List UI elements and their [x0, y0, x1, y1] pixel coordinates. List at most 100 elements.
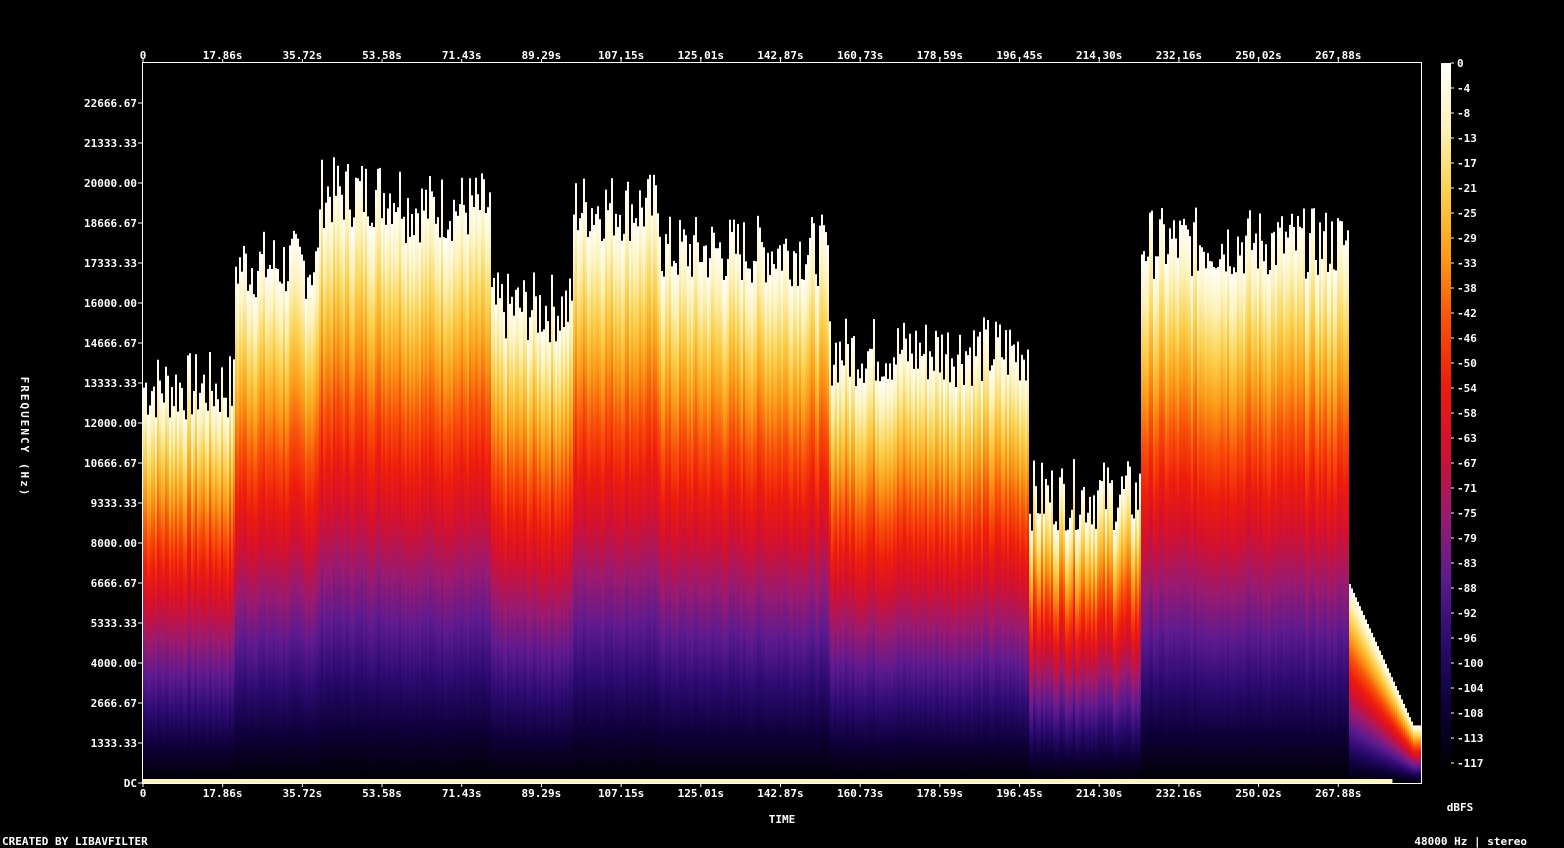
heatmap-column	[321, 159, 323, 784]
heatmap-column	[1139, 473, 1141, 783]
heatmap-column	[629, 240, 631, 783]
heatmap-column	[1053, 524, 1055, 783]
y-tick-label: 21333.33	[84, 137, 137, 150]
heatmap-column	[259, 251, 261, 784]
heatmap-column	[427, 218, 429, 783]
heatmap-column	[371, 222, 373, 783]
heatmap-column	[1287, 237, 1289, 783]
heatmap-column	[1417, 725, 1419, 783]
heatmap-column	[143, 387, 145, 783]
heatmap-column	[1013, 344, 1015, 783]
heatmap-column	[415, 208, 417, 783]
heatmap-column	[1397, 690, 1399, 783]
heatmap-column	[917, 368, 919, 783]
heatmap-column	[345, 171, 347, 783]
heatmap-column	[1069, 517, 1071, 783]
heatmap-column	[1041, 462, 1043, 783]
heatmap-column	[1391, 677, 1393, 783]
heatmap-column	[1297, 216, 1299, 784]
heatmap-column	[1291, 213, 1293, 784]
heatmap-column	[847, 344, 849, 783]
heatmap-column	[851, 337, 853, 783]
x-tick-label: 0	[140, 787, 147, 800]
heatmap-column	[1083, 487, 1085, 783]
heatmap-column	[1079, 514, 1081, 783]
heatmap-column	[523, 280, 525, 783]
heatmap-column	[1349, 584, 1351, 783]
heatmap-column	[175, 374, 177, 783]
heatmap-column	[621, 240, 623, 783]
heatmap-column	[221, 367, 223, 783]
heatmap-column	[741, 279, 743, 783]
heatmap-column	[477, 194, 479, 783]
x-tick-label: 35.72s	[282, 49, 322, 62]
heatmap-column	[583, 178, 585, 784]
heatmap-column	[1381, 655, 1383, 783]
heatmap-column	[411, 213, 413, 783]
heatmap-column	[705, 245, 707, 784]
heatmap-column	[1077, 529, 1079, 783]
heatmap-column	[929, 351, 931, 783]
x-tick-label: 250.02s	[1235, 787, 1281, 800]
heatmap-column	[1241, 242, 1243, 783]
heatmap-column	[367, 216, 369, 783]
heatmap-column	[1239, 255, 1241, 783]
heatmap-column	[735, 253, 737, 784]
heatmap-column	[301, 254, 303, 783]
colorbar-tick-label: -108	[1457, 707, 1484, 720]
y-tick-label: 16000.00	[84, 297, 137, 310]
heatmap-column	[809, 237, 811, 784]
heatmap-column	[1125, 475, 1127, 783]
heatmap-column	[317, 247, 319, 784]
heatmap-column	[923, 353, 925, 783]
heatmap-column	[239, 257, 241, 784]
heatmap-column	[193, 391, 195, 783]
heatmap-column	[263, 231, 265, 784]
x-tick-label: 178.59s	[917, 787, 963, 800]
heatmap-column	[403, 216, 405, 783]
heatmap-column	[887, 378, 889, 783]
heatmap-column	[1199, 245, 1201, 783]
heatmap-column	[985, 329, 987, 783]
heatmap-column	[373, 227, 375, 784]
heatmap-column	[1281, 216, 1283, 783]
heatmap-column	[231, 405, 233, 783]
heatmap-column	[821, 214, 823, 783]
heatmap-column	[195, 354, 197, 783]
heatmap-column	[1177, 257, 1179, 783]
y-tick-label: 18666.67	[84, 217, 137, 230]
heatmap-column	[751, 282, 753, 783]
heatmap-column	[689, 244, 691, 784]
heatmap-column	[1217, 266, 1219, 783]
heatmap-column	[1263, 261, 1265, 783]
heatmap-column	[183, 410, 185, 783]
heatmap-column	[315, 251, 317, 783]
heatmap-column	[509, 303, 511, 783]
heatmap-column	[1181, 224, 1183, 784]
x-tick-label: 89.29s	[522, 787, 562, 800]
colorbar-tick-label: -13	[1457, 132, 1477, 145]
heatmap-column	[1025, 380, 1027, 783]
heatmap-column	[187, 355, 189, 783]
heatmap-column	[825, 232, 827, 783]
heatmap-column	[783, 243, 785, 783]
heatmap-column	[313, 272, 315, 783]
colorbar-tick-label: 0	[1457, 57, 1464, 70]
heatmap-column	[1167, 254, 1169, 783]
heatmap-column	[1015, 362, 1017, 783]
heatmap-column	[687, 266, 689, 783]
y-tick-label: 10666.67	[84, 457, 137, 470]
heatmap-column	[1273, 231, 1275, 784]
heatmap-column	[757, 215, 759, 783]
heatmap-column	[745, 261, 747, 783]
heatmap-column	[1131, 514, 1133, 783]
heatmap-column	[829, 321, 831, 783]
heatmap-column	[389, 193, 391, 784]
heatmap-column	[1011, 345, 1013, 783]
heatmap-column	[679, 219, 681, 783]
x-tick-label: 160.73s	[837, 49, 883, 62]
heatmap-column	[475, 177, 477, 783]
heatmap-column	[205, 402, 207, 783]
colorbar-tick-label: -58	[1457, 407, 1477, 420]
heatmap-column	[1289, 224, 1291, 783]
